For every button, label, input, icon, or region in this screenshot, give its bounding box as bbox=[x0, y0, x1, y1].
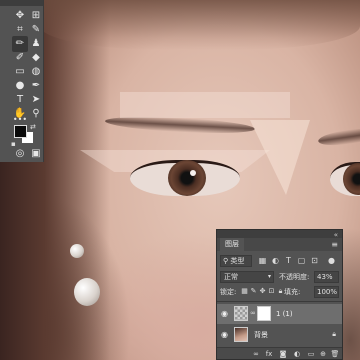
screen-mode-icon[interactable]: ▣ bbox=[28, 146, 44, 162]
zoom-icon[interactable]: ⚲ bbox=[28, 106, 44, 122]
tools-panel-grip[interactable] bbox=[0, 0, 43, 6]
opacity-label: 不透明度: bbox=[279, 273, 310, 281]
fill-field[interactable]: 100% bbox=[314, 286, 339, 298]
layer-thumbnail[interactable] bbox=[234, 306, 248, 321]
tab-layers[interactable]: 图层 bbox=[220, 238, 244, 251]
quick-mask-icon[interactable]: ◎ bbox=[12, 146, 28, 162]
photoshop-workspace: ✥ ⊞ ⌗ ✎ ✏ ♟ ✐ ◆ ▭ ◍ ● ✒ T ➤ ✋ ⚲ ••• ⇄ ▪ … bbox=[0, 0, 360, 360]
new-group-icon[interactable]: ▭ bbox=[305, 348, 317, 360]
earring-stud bbox=[70, 244, 84, 258]
search-icon: ⚲ bbox=[223, 257, 229, 265]
hair-top-region bbox=[40, 0, 360, 50]
lock-pixels-icon[interactable]: ✎ bbox=[249, 286, 258, 297]
filter-kind-select[interactable]: ⚲ 类型 bbox=[220, 255, 252, 267]
divider bbox=[217, 301, 342, 302]
shape-filter-icon[interactable]: ▢ bbox=[296, 255, 307, 267]
lock-artboard-icon[interactable]: ⊡ bbox=[267, 286, 276, 297]
lock-fill-row: 锁定: ▦ ✎ ✥ ⊡ 🔒︎ 填充: 100% bbox=[220, 286, 339, 298]
lock-transparent-icon[interactable]: ▦ bbox=[240, 286, 249, 297]
new-layer-icon[interactable]: ⊕ bbox=[317, 348, 329, 360]
foreground-color-swatch[interactable] bbox=[14, 125, 27, 138]
layer-lock-icon[interactable]: 🔒︎ bbox=[332, 330, 336, 339]
eye-highlight bbox=[190, 170, 196, 176]
adjustment-filter-icon[interactable]: ◐ bbox=[270, 255, 281, 267]
smart-object-filter-icon[interactable]: ⊡ bbox=[309, 255, 320, 267]
filter-kind-label: 类型 bbox=[230, 257, 245, 265]
retouch-patch-top bbox=[120, 92, 290, 118]
layer-filter-row: ⚲ 类型 ▦ ◐ T ▢ ⊡ ● bbox=[220, 255, 339, 268]
blend-opacity-row: 正常 ▾ 不透明度: 43% bbox=[220, 271, 339, 284]
layer-thumbnail[interactable] bbox=[234, 327, 248, 342]
filter-toggle-icon[interactable]: ● bbox=[326, 255, 337, 267]
right-eyebrow bbox=[317, 125, 360, 149]
blend-mode-select[interactable]: 正常 ▾ bbox=[220, 271, 274, 283]
adjustment-layer-icon[interactable]: ◐ bbox=[291, 348, 303, 360]
visibility-eye-icon[interactable]: ◉ bbox=[220, 309, 229, 318]
chevron-down-icon: ▾ bbox=[267, 273, 271, 280]
type-filter-icon[interactable]: T bbox=[283, 255, 294, 267]
swap-colors-icon[interactable]: ⇄ bbox=[30, 123, 36, 131]
layers-bottom-bar: ∞ fx ◙ ◐ ▭ ⊕ 🗑︎ bbox=[217, 347, 342, 359]
panel-menu-icon[interactable]: ≡ bbox=[331, 239, 338, 250]
delete-layer-icon[interactable]: 🗑︎ bbox=[329, 348, 341, 360]
link-layers-icon[interactable]: ∞ bbox=[250, 348, 262, 360]
layer-name[interactable]: 背景 bbox=[254, 330, 268, 340]
lock-label: 锁定: bbox=[220, 288, 237, 296]
pixel-filter-icon[interactable]: ▦ bbox=[257, 255, 268, 267]
lock-position-icon[interactable]: ✥ bbox=[258, 286, 267, 297]
layer-row[interactable]: ◉ 背景 🔒︎ bbox=[217, 325, 342, 345]
left-iris bbox=[168, 160, 206, 196]
add-mask-icon[interactable]: ◙ bbox=[277, 348, 289, 360]
layer-row[interactable]: ◉ ∞ 1 (1) bbox=[217, 304, 342, 324]
more-tools-icon[interactable]: ••• bbox=[12, 115, 28, 125]
visibility-eye-icon[interactable]: ◉ bbox=[220, 330, 229, 339]
opacity-field[interactable]: 43% bbox=[314, 271, 339, 283]
layer-style-icon[interactable]: fx bbox=[263, 348, 275, 360]
pearl-earring bbox=[74, 278, 100, 306]
layer-name[interactable]: 1 (1) bbox=[276, 309, 293, 319]
fill-label: 填充: bbox=[284, 288, 301, 296]
mask-link-icon[interactable]: ∞ bbox=[250, 309, 256, 317]
layer-mask-thumbnail[interactable] bbox=[257, 306, 271, 321]
layers-panel: « 图层 ≡ ⚲ 类型 ▦ ◐ T ▢ ⊡ ● 正常 ▾ 不透明度: 43% 锁 bbox=[216, 229, 343, 360]
blend-mode-label: 正常 bbox=[224, 273, 238, 281]
tools-panel: ✥ ⊞ ⌗ ✎ ✏ ♟ ✐ ◆ ▭ ◍ ● ✒ T ➤ ✋ ⚲ ••• ⇄ ▪ … bbox=[0, 0, 44, 162]
